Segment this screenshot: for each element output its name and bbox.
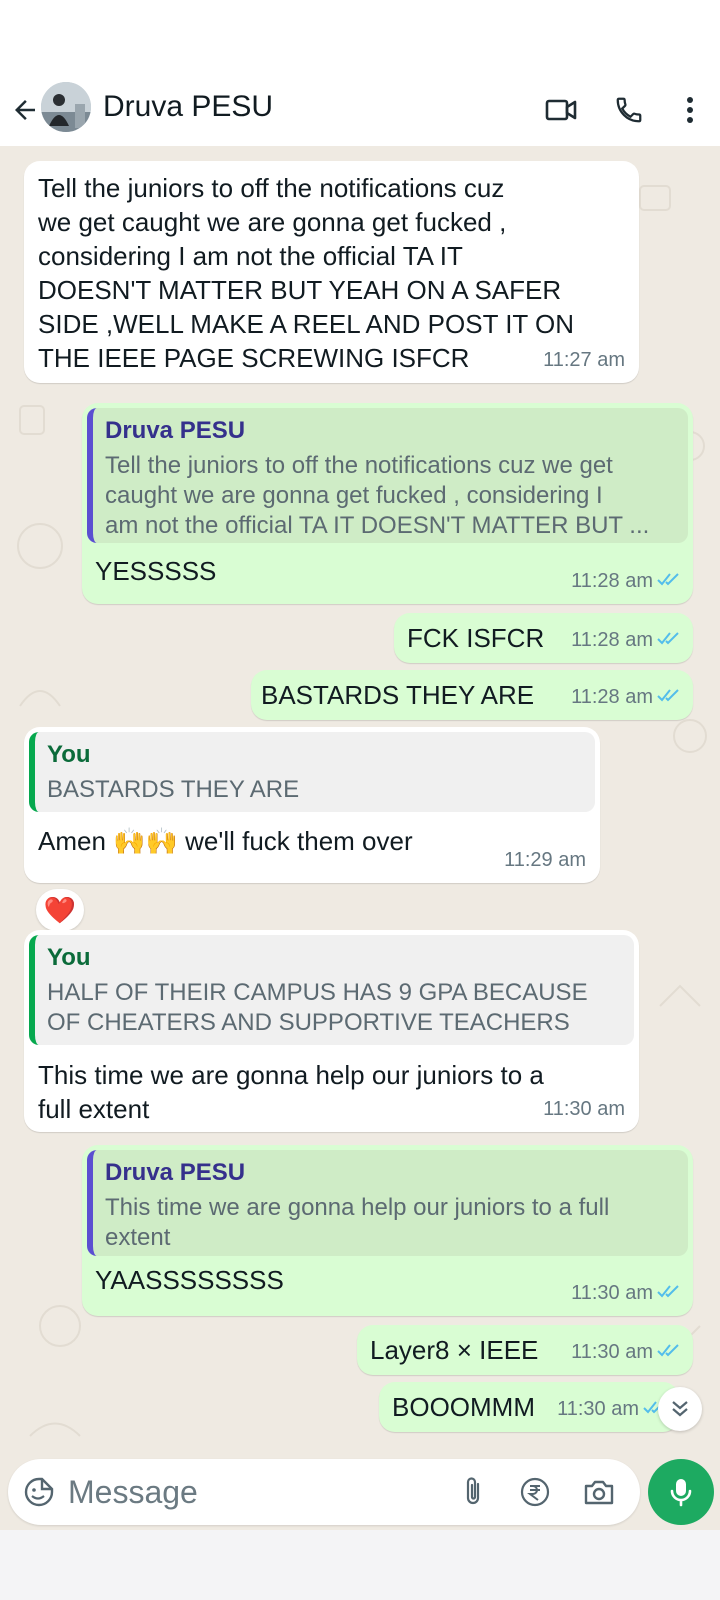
double-check-icon <box>657 623 681 657</box>
message-time: 11:30 am <box>571 1282 653 1304</box>
message-text: Layer8 × IEEE <box>370 1335 539 1365</box>
emoji-sticker-icon[interactable] <box>20 1473 58 1511</box>
message-bubble-outgoing[interactable]: Druva PESU This time we are gonna help o… <box>82 1145 693 1316</box>
message-text: Tell the juniors to off the notification… <box>38 173 575 373</box>
message-composer: Message <box>8 1459 640 1525</box>
heart-reaction[interactable]: ❤️ <box>36 889 84 931</box>
message-bubble-incoming[interactable]: You BASTARDS THEY ARE Amen 🙌🙌 we'll fuck… <box>24 727 600 883</box>
avatar[interactable] <box>41 82 91 132</box>
message-bubble-outgoing[interactable]: FCK ISFCR 11:28 am <box>394 613 693 663</box>
message-bubble-outgoing[interactable]: BASTARDS THEY ARE 11:28 am <box>251 670 693 720</box>
quoted-message[interactable]: You HALF OF THEIR CAMPUS HAS 9 GPA BECAU… <box>29 935 634 1045</box>
message-text: FCK ISFCR <box>407 623 545 653</box>
quoted-author: You <box>47 741 91 768</box>
double-check-icon <box>657 680 681 714</box>
quoted-author: You <box>47 944 91 971</box>
message-text: YAASSSSSSSS <box>95 1265 284 1295</box>
message-text: This time we are gonna help our juniors … <box>38 1060 544 1124</box>
message-input[interactable]: Message <box>68 1474 198 1511</box>
quoted-message[interactable]: Druva PESU Tell the juniors to off the n… <box>87 408 688 543</box>
message-bubble-incoming[interactable]: You HALF OF THEIR CAMPUS HAS 9 GPA BECAU… <box>24 930 639 1132</box>
message-timestamp: 11:30 am <box>543 1098 625 1120</box>
chat-area[interactable]: Tell the juniors to off the notification… <box>0 146 720 1530</box>
paperclip-icon[interactable] <box>454 1473 492 1511</box>
message-bubble-outgoing[interactable]: BOOOMMM 11:30 am <box>379 1382 679 1432</box>
arrow-left-icon[interactable] <box>8 93 42 127</box>
message-bubble-incoming[interactable]: Tell the juniors to off the notification… <box>24 161 639 383</box>
message-timestamp: 11:28 am <box>571 564 681 598</box>
message-timestamp: 11:27 am <box>543 349 625 371</box>
system-navigation-area <box>0 1530 720 1600</box>
message-text-before: Amen <box>38 826 114 856</box>
double-chevron-down-icon[interactable] <box>658 1387 702 1431</box>
message-timestamp: 11:30 am <box>571 1335 681 1369</box>
status-bar-area <box>0 0 720 76</box>
message-timestamp: 11:29 am <box>504 849 586 871</box>
message-timestamp: 11:28 am <box>571 680 681 714</box>
double-check-icon <box>657 564 681 598</box>
quoted-text: Tell the juniors to off the notification… <box>105 452 650 539</box>
message-timestamp: 11:30 am <box>571 1276 681 1310</box>
message-text: BASTARDS THEY ARE <box>261 680 535 710</box>
more-vert-icon[interactable] <box>670 90 710 130</box>
message-bubble-outgoing[interactable]: Druva PESU Tell the juniors to off the n… <box>82 403 693 604</box>
phone-icon[interactable] <box>609 90 649 130</box>
double-check-icon <box>657 1276 681 1310</box>
microphone-icon[interactable] <box>648 1459 714 1525</box>
message-time: 11:30 am <box>571 1341 653 1363</box>
quoted-message[interactable]: Druva PESU This time we are gonna help o… <box>87 1150 688 1256</box>
message-time: 11:30 am <box>557 1398 639 1420</box>
message-timestamp: 11:30 am <box>557 1392 667 1426</box>
camera-icon[interactable] <box>580 1473 618 1511</box>
rupee-icon[interactable] <box>516 1473 554 1511</box>
quoted-text: HALF OF THEIR CAMPUS HAS 9 GPA BECAUSE O… <box>47 979 588 1036</box>
message-text: BOOOMMM <box>392 1392 535 1422</box>
quoted-author: Druva PESU <box>105 417 246 444</box>
message-text-after: we'll fuck them over <box>177 826 413 856</box>
raised-hands-emoji: 🙌🙌 <box>113 826 178 856</box>
chat-header: Druva PESU <box>0 76 720 146</box>
message-text: Amen 🙌🙌 we'll fuck them over <box>38 824 413 858</box>
quoted-text: BASTARDS THEY ARE <box>47 776 300 803</box>
quoted-text: This time we are gonna help our juniors … <box>105 1194 610 1251</box>
double-check-icon <box>657 1335 681 1369</box>
quoted-author: Druva PESU <box>105 1159 246 1186</box>
message-text: YESSSSS <box>95 556 217 586</box>
video-call-icon[interactable] <box>541 90 581 130</box>
message-time: 11:28 am <box>571 629 653 651</box>
message-time: 11:28 am <box>571 570 653 592</box>
quoted-message[interactable]: You BASTARDS THEY ARE <box>29 732 595 812</box>
message-time: 11:28 am <box>571 686 653 708</box>
message-bubble-outgoing[interactable]: Layer8 × IEEE 11:30 am <box>357 1325 693 1375</box>
contact-name[interactable]: Druva PESU <box>103 90 273 124</box>
message-timestamp: 11:28 am <box>571 623 681 657</box>
